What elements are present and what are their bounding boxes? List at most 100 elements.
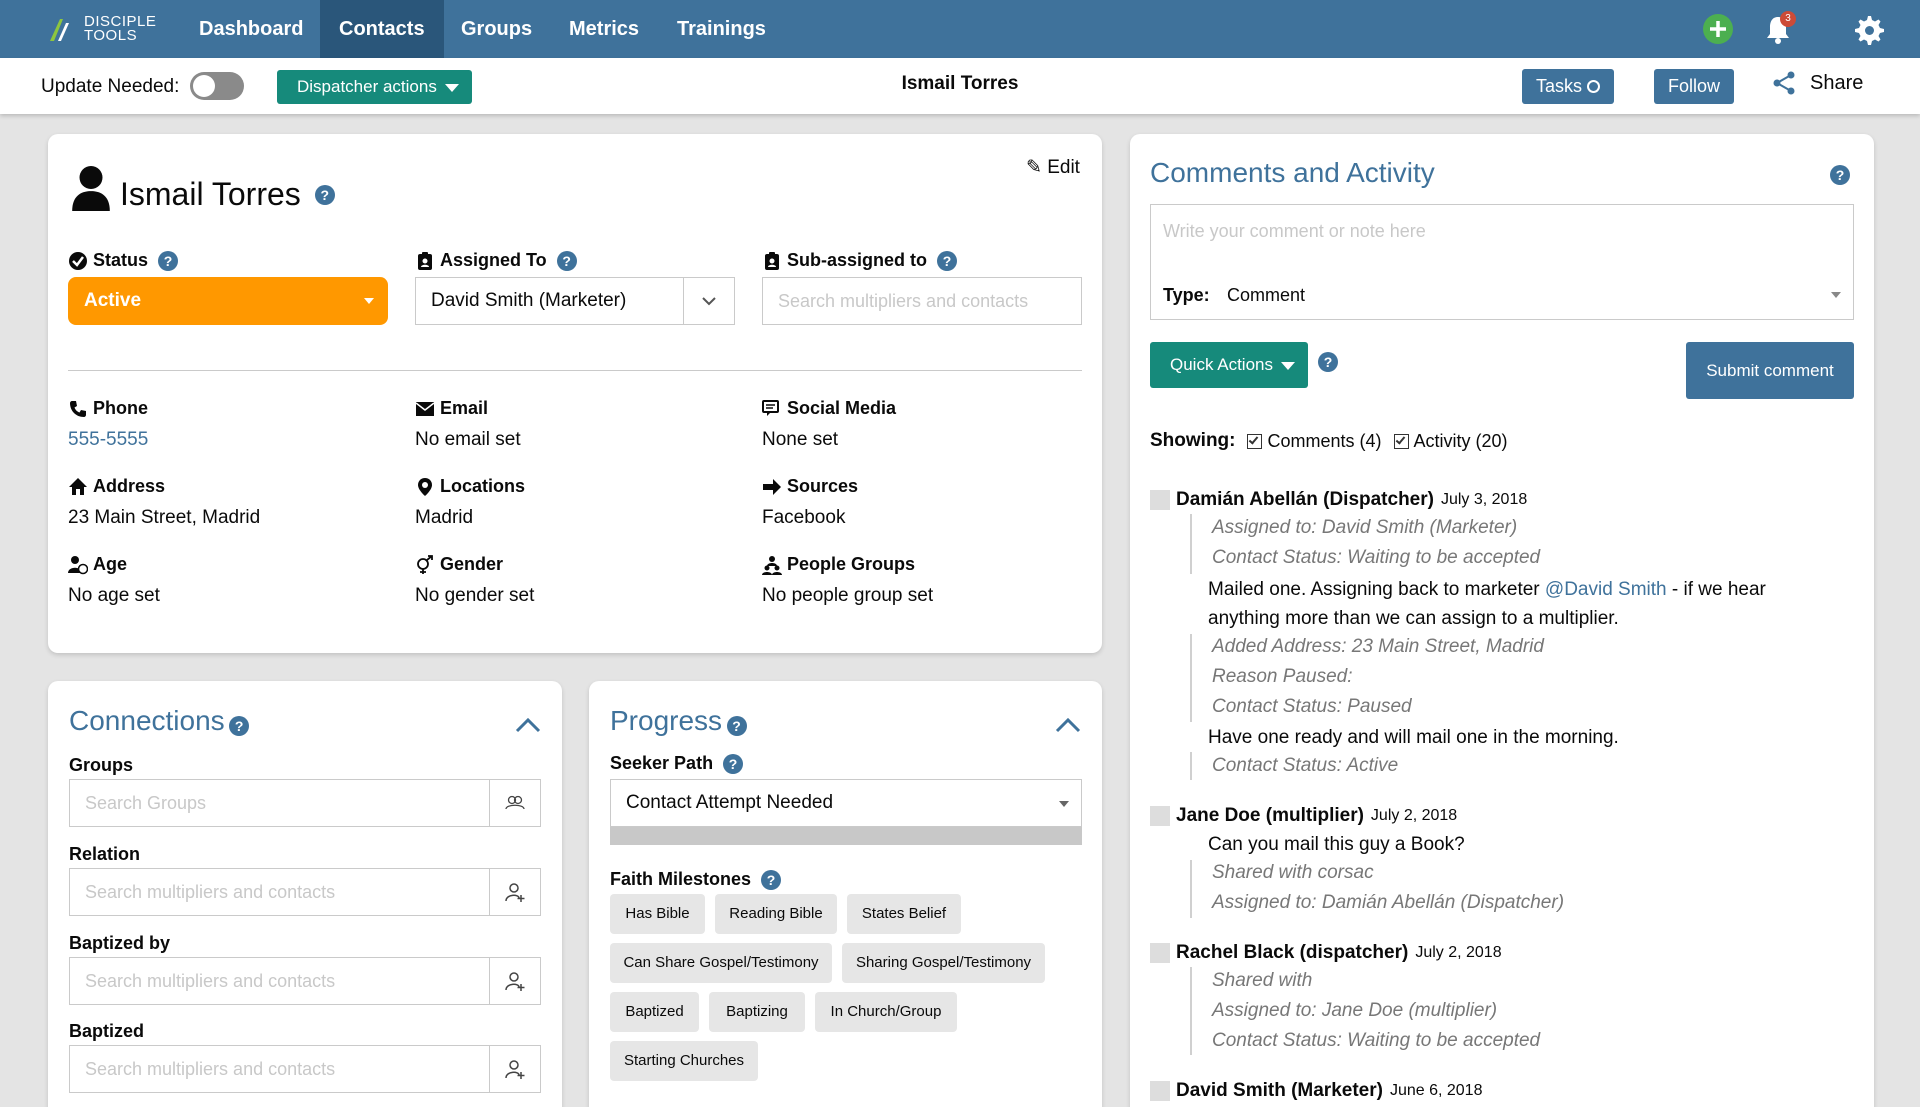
milestone-baptizing[interactable]: Baptizing bbox=[709, 992, 805, 1032]
chevron-up-icon[interactable] bbox=[515, 717, 541, 733]
nav-groups[interactable]: Groups bbox=[442, 0, 551, 58]
gear-icon[interactable] bbox=[1852, 13, 1884, 45]
status-select[interactable]: Active bbox=[68, 277, 388, 325]
address-field: Address 23 Main Street, Madrid bbox=[68, 476, 260, 529]
milestone-sharing-gospel[interactable]: Sharing Gospel/Testimony bbox=[842, 943, 1045, 983]
follow-button[interactable]: Follow bbox=[1654, 69, 1734, 104]
nav-metrics[interactable]: Metrics bbox=[550, 0, 658, 58]
activity-header: Rachel Black (dispatcher) July 2, 2018 bbox=[1150, 942, 1502, 964]
activity-rule bbox=[1190, 967, 1192, 1055]
contact-name: Ismail Torres bbox=[120, 176, 301, 212]
nav-dashboard[interactable]: Dashboard bbox=[180, 0, 322, 58]
help-icon[interactable]: ? bbox=[1830, 165, 1850, 185]
edit-button[interactable]: ✎ Edit bbox=[1026, 156, 1080, 179]
filter-comments[interactable]: Comments (4) bbox=[1267, 431, 1381, 452]
milestone-baptized[interactable]: Baptized bbox=[610, 992, 699, 1032]
seeker-path-field-label: Seeker Path ? bbox=[610, 753, 744, 774]
submit-comment-button[interactable]: Submit comment bbox=[1686, 342, 1854, 399]
faith-milestones-field-label: Faith Milestones ? bbox=[610, 869, 782, 890]
arrow-right-icon bbox=[763, 478, 781, 495]
share-button[interactable]: Share bbox=[1772, 71, 1863, 95]
baptized-input[interactable]: Search multipliers and contacts bbox=[69, 1045, 541, 1093]
add-user-icon[interactable] bbox=[489, 1046, 540, 1092]
checkbox-icon[interactable] bbox=[1393, 433, 1409, 449]
connections-card: Connections ? Groups Search Groups Relat… bbox=[48, 681, 562, 1107]
activity-line: Reason Paused: bbox=[1212, 666, 1353, 687]
help-icon[interactable]: ? bbox=[229, 715, 250, 736]
milestone-has-bible[interactable]: Has Bible bbox=[610, 894, 705, 934]
map-pin-icon bbox=[418, 477, 432, 496]
milestone-states-belief[interactable]: States Belief bbox=[847, 894, 961, 934]
activity-author: Rachel Black (dispatcher) bbox=[1176, 942, 1409, 963]
activity-date: June 6, 2018 bbox=[1389, 1082, 1483, 1099]
tasks-button[interactable]: Tasks bbox=[1522, 69, 1614, 104]
help-icon[interactable]: ? bbox=[761, 869, 782, 890]
seeker-path-select[interactable]: Contact Attempt Needed bbox=[610, 779, 1082, 827]
comment-input[interactable]: Write your comment or note here bbox=[1163, 221, 1426, 242]
baptized-by-label: Baptized by bbox=[69, 933, 171, 953]
chevron-up-icon[interactable] bbox=[1055, 717, 1081, 733]
pencil-icon: ✎ bbox=[1026, 157, 1042, 178]
connections-title: Connections bbox=[69, 705, 225, 736]
add-icon[interactable] bbox=[1702, 13, 1734, 45]
add-user-icon[interactable] bbox=[489, 958, 540, 1004]
groups-input[interactable]: Search Groups bbox=[69, 779, 541, 827]
showing-label: Showing: bbox=[1150, 430, 1236, 451]
baptized-by-input[interactable]: Search multipliers and contacts bbox=[69, 957, 541, 1005]
chat-icon bbox=[762, 399, 779, 416]
activity-date: July 3, 2018 bbox=[1440, 491, 1528, 508]
help-icon[interactable]: ? bbox=[314, 184, 335, 205]
milestone-can-share-gospel[interactable]: Can Share Gospel/Testimony bbox=[610, 943, 832, 983]
add-user-icon[interactable] bbox=[489, 869, 540, 915]
social-label: Social Media bbox=[787, 398, 897, 418]
activity-rule bbox=[1190, 752, 1192, 780]
help-icon[interactable]: ? bbox=[723, 753, 744, 774]
baptized-label: Baptized bbox=[69, 1021, 145, 1041]
assigned-label: Assigned To bbox=[440, 250, 547, 270]
help-icon[interactable]: ? bbox=[556, 250, 577, 271]
activity-author: Damián Abellán (Dispatcher) bbox=[1176, 489, 1434, 510]
sources-value: Facebook bbox=[762, 507, 846, 528]
nav-contacts[interactable]: Contacts bbox=[320, 0, 444, 58]
tasks-label: Tasks bbox=[1535, 76, 1582, 96]
comment-type-select[interactable]: Comment bbox=[1227, 285, 1841, 306]
social-field: Social Media None set bbox=[762, 398, 896, 451]
update-needed-toggle[interactable] bbox=[190, 72, 244, 100]
logo[interactable]: DISCIPLE TOOLS bbox=[46, 12, 166, 46]
chevron-down-icon[interactable] bbox=[683, 278, 734, 324]
subassigned-input[interactable]: Search multipliers and contacts bbox=[762, 277, 1082, 325]
address-label: Address bbox=[93, 476, 166, 496]
comment-text: Have one ready and will mail one in the … bbox=[1208, 727, 1619, 748]
quick-actions-button[interactable]: Quick Actions bbox=[1150, 342, 1308, 388]
add-group-icon[interactable] bbox=[489, 780, 540, 826]
dispatcher-actions-button[interactable]: Dispatcher actions bbox=[277, 70, 472, 104]
logo-line2: TOOLS bbox=[84, 27, 138, 44]
help-icon[interactable]: ? bbox=[937, 250, 958, 271]
people-icon bbox=[762, 555, 782, 575]
email-value: No email set bbox=[415, 429, 521, 450]
comments-title: Comments and Activity bbox=[1150, 157, 1435, 188]
locations-value: Madrid bbox=[415, 507, 474, 528]
envelope-icon bbox=[415, 401, 435, 416]
milestone-in-church-group[interactable]: In Church/Group bbox=[815, 992, 957, 1032]
milestone-starting-churches[interactable]: Starting Churches bbox=[610, 1041, 758, 1081]
help-icon[interactable]: ? bbox=[726, 715, 747, 736]
phone-value[interactable]: 555-5555 bbox=[68, 429, 148, 451]
mention-link[interactable]: @David Smith bbox=[1545, 579, 1667, 600]
relation-input[interactable]: Search multipliers and contacts bbox=[69, 868, 541, 916]
milestone-reading-bible[interactable]: Reading Bible bbox=[715, 894, 837, 934]
help-icon[interactable]: ? bbox=[158, 250, 179, 271]
checkbox-icon[interactable] bbox=[1247, 433, 1263, 449]
assigned-to-select[interactable]: David Smith (Marketer) bbox=[415, 277, 735, 325]
activity-header: David Smith (Marketer) June 6, 2018 bbox=[1150, 1080, 1482, 1102]
nav-trainings[interactable]: Trainings bbox=[658, 0, 785, 58]
avatar-icon bbox=[1150, 490, 1170, 510]
details-card: Ismail Torres ? ✎ Edit Status ? Active A… bbox=[48, 134, 1102, 653]
avatar-icon bbox=[1150, 1081, 1170, 1101]
seeker-path-value: Contact Attempt Needed bbox=[626, 792, 834, 813]
help-icon[interactable]: ? bbox=[1318, 352, 1338, 372]
bell-icon[interactable]: 3 bbox=[1762, 11, 1796, 45]
activity-author: David Smith (Marketer) bbox=[1176, 1080, 1383, 1101]
quick-actions-label: Quick Actions bbox=[1170, 355, 1273, 374]
filter-activity[interactable]: Activity (20) bbox=[1414, 431, 1508, 452]
